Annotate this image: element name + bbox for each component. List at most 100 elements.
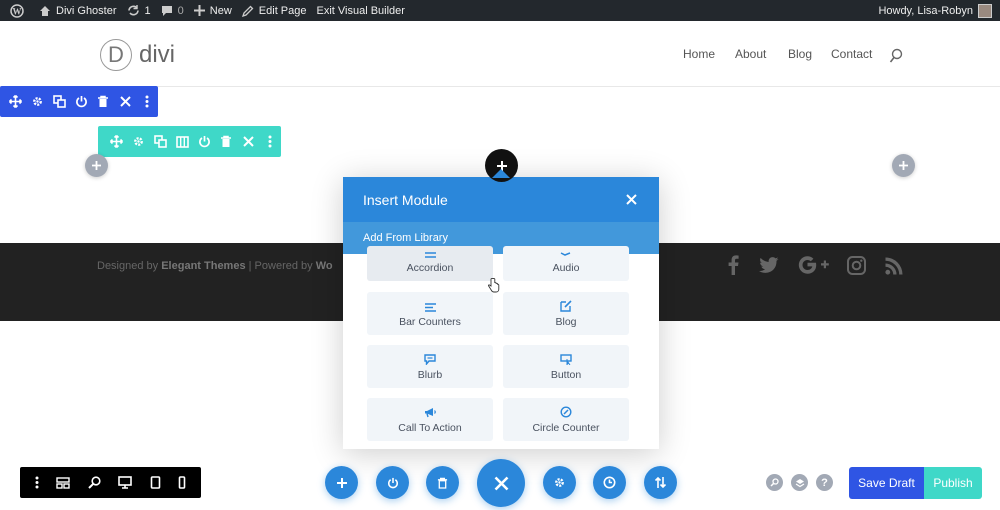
close-icon[interactable]: [237, 131, 259, 153]
close-icon: [494, 476, 508, 490]
site-name: Divi Ghoster: [56, 4, 117, 17]
account-menu[interactable]: Howdy, Lisa-Robyn: [878, 3, 992, 18]
sort-arrows-icon: [654, 476, 667, 489]
module-grid: Accordion Audio Bar Counters Blog Blurb …: [343, 246, 659, 449]
add-row-button-right[interactable]: [892, 154, 915, 177]
save-draft-button[interactable]: Save Draft: [849, 467, 924, 499]
new-link[interactable]: New: [193, 5, 232, 17]
blurb-icon: [424, 354, 436, 365]
plus-icon: [336, 477, 347, 488]
insert-module-modal: Insert Module Add From Library Accordion…: [343, 177, 659, 449]
desktop-view-icon[interactable]: [118, 476, 133, 489]
module-blog[interactable]: Blog: [503, 292, 629, 335]
circle-counter-icon: [560, 406, 572, 418]
plus-icon: [899, 161, 908, 170]
close-icon[interactable]: [626, 194, 637, 205]
phone-view-icon[interactable]: [178, 476, 186, 489]
power-icon[interactable]: [70, 91, 92, 113]
gear-icon[interactable]: [128, 131, 150, 153]
search-help-button[interactable]: [766, 474, 783, 491]
add-row-button-left[interactable]: [85, 154, 108, 177]
nav-blog[interactable]: Blog: [788, 47, 812, 61]
powered-by-text: | Powered by: [248, 260, 313, 272]
gear-icon[interactable]: [26, 91, 48, 113]
trash-icon[interactable]: [215, 131, 237, 153]
plus-icon: [92, 161, 101, 170]
modal-title: Insert Module: [363, 191, 448, 208]
zoom-icon[interactable]: [88, 476, 101, 489]
module-label: Accordion: [406, 262, 454, 274]
accordion-icon: [425, 252, 436, 258]
power-icon[interactable]: [194, 131, 216, 153]
wordpress-logo-icon[interactable]: W: [10, 3, 29, 18]
more-options-icon[interactable]: [35, 476, 39, 489]
updates-link[interactable]: 1: [127, 4, 151, 17]
nav-home[interactable]: Home: [683, 47, 715, 61]
module-label: Audio: [552, 262, 580, 274]
logo-mark[interactable]: D: [100, 39, 132, 71]
module-label: Blurb: [417, 369, 443, 381]
close-icon[interactable]: [114, 91, 136, 113]
view-mode-toolbar: [20, 467, 201, 498]
google-plus-icon[interactable]: [798, 256, 830, 274]
rss-icon[interactable]: [885, 257, 903, 275]
exit-visual-builder-label: Exit Visual Builder: [316, 4, 405, 17]
power-icon: [387, 477, 398, 488]
howdy-text: Howdy, Lisa-Robyn: [878, 4, 973, 17]
disable-button[interactable]: [376, 466, 409, 499]
powered-link[interactable]: Wo: [316, 260, 333, 272]
modal-pointer: [492, 169, 510, 178]
wp-admin-bar: W Divi Ghoster 1 0 New Edit Page Exit Vi…: [0, 0, 1000, 21]
layers-icon: [795, 478, 804, 487]
button-icon: [560, 354, 572, 365]
duplicate-icon[interactable]: [48, 91, 70, 113]
move-icon[interactable]: [106, 131, 128, 153]
twitter-icon[interactable]: [759, 257, 779, 273]
tablet-view-icon[interactable]: [150, 476, 161, 489]
more-options-icon[interactable]: [259, 131, 281, 153]
exit-visual-builder-link[interactable]: Exit Visual Builder: [317, 5, 405, 17]
layers-button[interactable]: [791, 474, 808, 491]
module-call-to-action[interactable]: Call To Action: [367, 398, 493, 441]
updates-count: 1: [144, 4, 151, 17]
comment-icon: [161, 5, 172, 16]
move-icon[interactable]: [4, 91, 26, 113]
section-toolbar: [0, 86, 158, 117]
search-icon[interactable]: [889, 48, 903, 64]
comments-link[interactable]: 0: [161, 5, 184, 17]
close-settings-button[interactable]: [477, 459, 525, 507]
facebook-icon[interactable]: [727, 255, 739, 275]
portability-button[interactable]: [644, 466, 677, 499]
nav-contact[interactable]: Contact: [831, 47, 872, 61]
modal-header: Insert Module: [343, 177, 659, 222]
theme-link[interactable]: Elegant Themes: [161, 260, 245, 272]
module-label: Button: [550, 369, 582, 381]
logo-text[interactable]: divi: [139, 41, 175, 69]
page-settings-button[interactable]: [543, 466, 576, 499]
plus-icon: [193, 5, 205, 16]
module-button[interactable]: Button: [503, 345, 629, 388]
history-button[interactable]: [593, 466, 626, 499]
trash-icon: [437, 477, 448, 489]
wireframe-icon[interactable]: [56, 476, 70, 489]
module-label: Bar Counters: [399, 316, 461, 328]
bar-counters-icon: [424, 303, 436, 312]
audio-icon: [560, 252, 571, 256]
clear-layout-button[interactable]: [426, 466, 459, 499]
module-blurb[interactable]: Blurb: [367, 345, 493, 388]
nav-about[interactable]: About: [735, 47, 766, 61]
module-bar-counters[interactable]: Bar Counters: [367, 292, 493, 335]
more-options-icon[interactable]: [136, 91, 158, 113]
columns-icon[interactable]: [172, 131, 194, 153]
help-button[interactable]: ?: [816, 474, 833, 491]
trash-icon[interactable]: [92, 91, 114, 113]
site-name-link[interactable]: Divi Ghoster: [39, 5, 117, 17]
instagram-icon[interactable]: [847, 256, 866, 275]
publish-button[interactable]: Publish: [924, 467, 982, 499]
edit-page-link[interactable]: Edit Page: [241, 5, 307, 17]
refresh-icon: [127, 5, 139, 16]
add-section-button[interactable]: [325, 466, 358, 499]
duplicate-icon[interactable]: [150, 131, 172, 153]
module-circle-counter[interactable]: Circle Counter: [503, 398, 629, 441]
footer-credits: Designed by Elegant Themes | Powered by …: [97, 260, 333, 272]
